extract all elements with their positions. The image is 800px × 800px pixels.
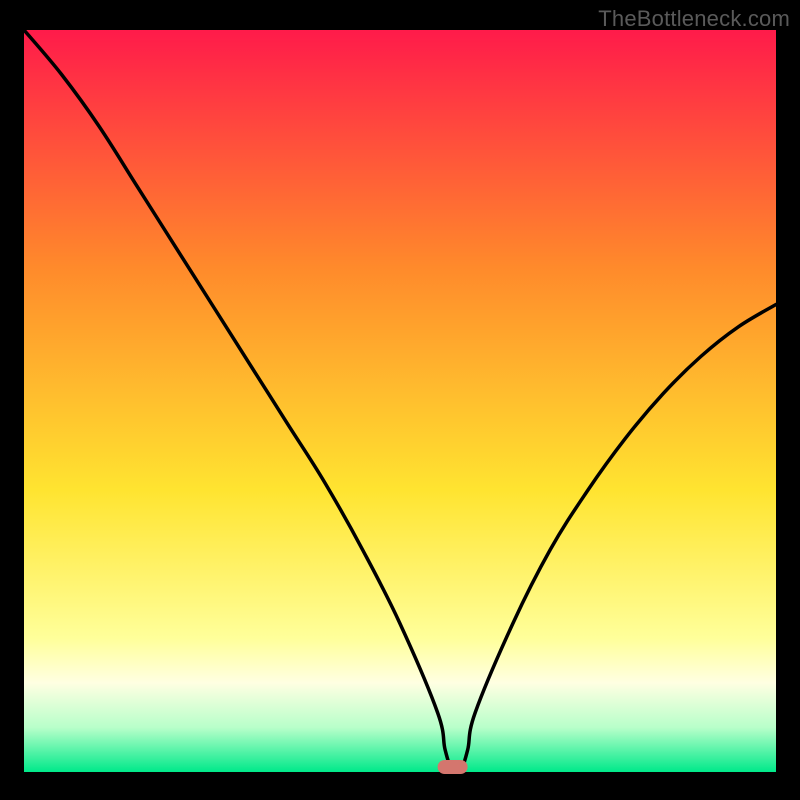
chart-frame: TheBottleneck.com — [0, 0, 800, 800]
optimal-marker — [438, 760, 468, 774]
bottleneck-chart — [0, 0, 800, 800]
watermark-text: TheBottleneck.com — [598, 6, 790, 32]
plot-background — [24, 30, 776, 772]
